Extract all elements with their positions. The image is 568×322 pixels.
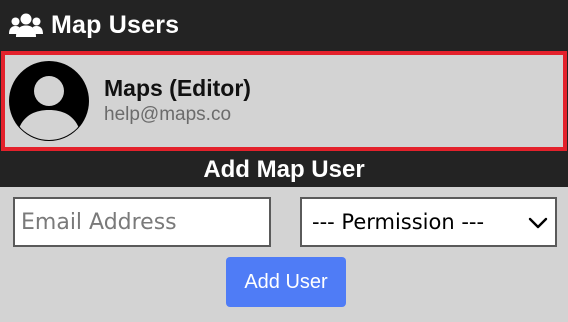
add-user-button[interactable]: Add User (226, 257, 346, 307)
permission-select-value: --- Permission --- (312, 210, 485, 234)
panel-title: Map Users (51, 10, 180, 39)
email-address-input[interactable] (13, 197, 271, 247)
permission-select[interactable]: --- Permission --- (300, 197, 557, 247)
user-list: Maps (Editor) help@maps.co (0, 50, 568, 153)
add-user-section-title: Add Map User (203, 156, 365, 183)
add-user-section-header: Add Map User (0, 153, 568, 187)
default-avatar-icon (8, 60, 90, 142)
user-card[interactable]: Maps (Editor) help@maps.co (1, 51, 567, 151)
users-icon (9, 12, 43, 38)
user-name: Maps (Editor) (104, 74, 251, 101)
map-users-panel: Map Users Maps (Editor) help@maps.co Add… (0, 0, 568, 322)
user-info: Maps (Editor) help@maps.co (104, 74, 251, 126)
user-email: help@maps.co (104, 104, 232, 126)
add-user-form: --- Permission --- Add User (0, 187, 568, 322)
chevron-down-icon (527, 212, 549, 234)
panel-header: Map Users (0, 0, 568, 50)
